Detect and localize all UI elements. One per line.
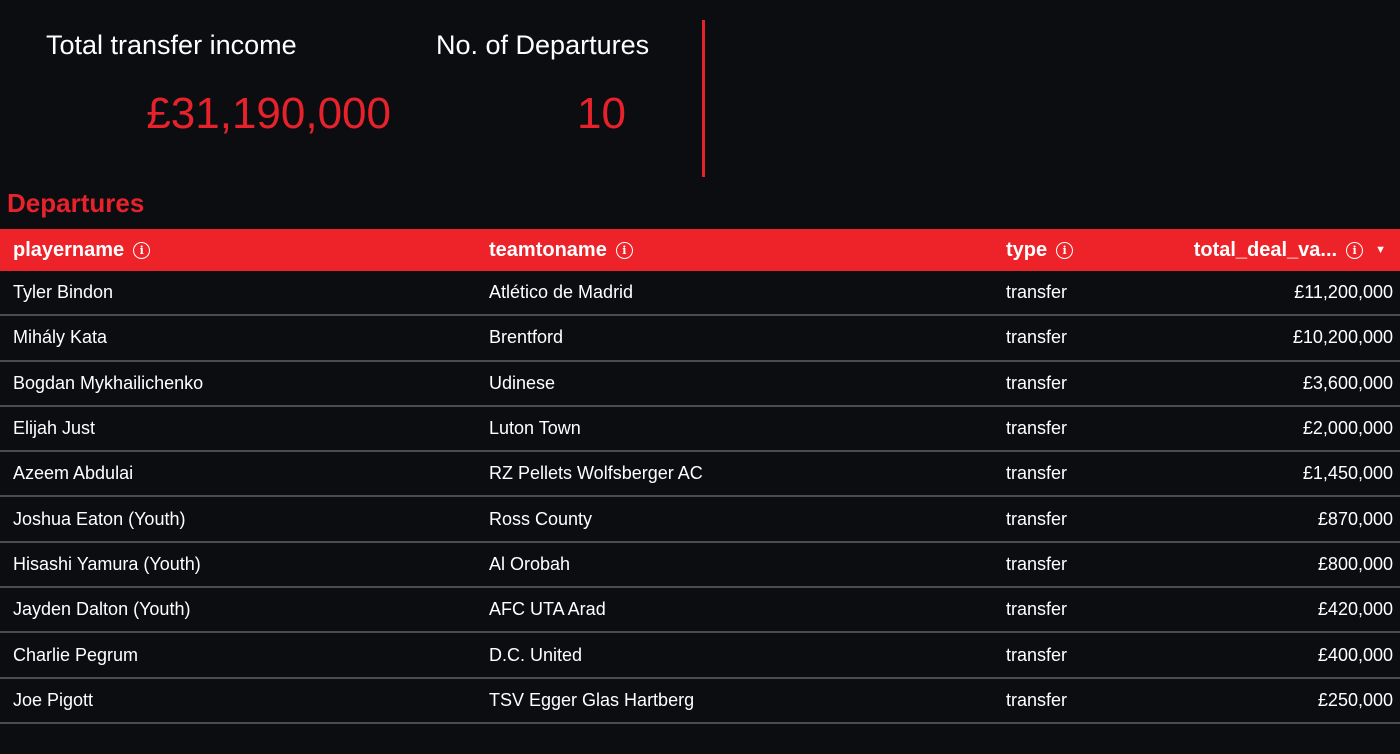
vertical-divider: [702, 20, 705, 177]
table-row[interactable]: Mihály Kata Brentford transfer £10,200,000: [0, 316, 1400, 362]
cell-type: transfer: [1006, 689, 1068, 710]
info-icon[interactable]: i: [1346, 241, 1364, 259]
departures-table: playername i teamtoname i type i total_d…: [0, 229, 1400, 724]
table-row[interactable]: Jayden Dalton (Youth) AFC UTA Arad transfe…: [0, 588, 1400, 634]
column-header-label: teamtoname: [489, 238, 607, 261]
column-header-label: playername: [13, 238, 125, 261]
table-header: playername i teamtoname i type i total_d…: [0, 229, 1400, 271]
cell-total-deal-value: £1,450,000: [1302, 463, 1393, 484]
cell-teamtoname: Brentford: [489, 327, 564, 348]
kpi-value: 10: [577, 89, 626, 138]
table-row[interactable]: Bogdan Mykhailichenko Udinese transfer £3,6…: [0, 362, 1400, 407]
cell-playername: Joshua Eaton (Youth): [13, 508, 186, 529]
kpi-label: No. of Departures: [436, 30, 650, 60]
table-row[interactable]: Charlie Pegrum D.C. United transfer £400,00…: [0, 633, 1400, 679]
cell-teamtoname: Atlético de Madrid: [489, 282, 634, 303]
cell-total-deal-value: £2,000,000: [1302, 418, 1393, 439]
cell-teamtoname: Udinese: [489, 372, 556, 393]
cell-total-deal-value: £11,200,000: [1294, 282, 1393, 303]
caret-down-icon[interactable]: ▼: [1375, 244, 1386, 256]
cell-playername: Hisashi Yamura (Youth): [13, 553, 201, 574]
cell-type: transfer: [1006, 418, 1068, 439]
table-row[interactable]: Hisashi Yamura (Youth) Al Orobah transfer £…: [0, 543, 1400, 589]
column-header-label: type: [1006, 238, 1048, 261]
column-header-label: total_deal_va...: [1193, 238, 1338, 261]
cell-teamtoname: TSV Egger Glas Hartberg: [489, 689, 695, 710]
cell-type: transfer: [1006, 599, 1068, 620]
kpi-number-of-departures: No. of Departures 10: [436, 30, 650, 139]
cell-playername: Bogdan Mykhailichenko: [13, 372, 204, 393]
table-body: Tyler Bindon Atlético de Madrid transfer £1…: [0, 271, 1400, 724]
info-icon[interactable]: i: [1056, 241, 1074, 259]
cell-playername: Tyler Bindon: [13, 282, 114, 303]
cell-total-deal-value: £400,000: [1317, 644, 1393, 665]
dashboard-page: Total transfer income £31,190,000 No. of…: [0, 0, 1400, 754]
table-row[interactable]: Azeem Abdulai RZ Pellets Wolfsberger AC tr…: [0, 452, 1400, 498]
column-header-teamtoname[interactable]: teamtoname i: [489, 229, 1006, 271]
cell-total-deal-value: £420,000: [1317, 599, 1393, 620]
section-title: Departures: [7, 188, 145, 218]
cell-playername: Joe Pigott: [13, 689, 94, 710]
cell-type: transfer: [1006, 372, 1068, 393]
column-header-total-deal-value[interactable]: total_deal_va... i ▼: [1156, 229, 1400, 271]
cell-playername: Jayden Dalton (Youth): [13, 599, 191, 620]
cell-type: transfer: [1006, 327, 1068, 348]
info-icon[interactable]: i: [615, 241, 633, 259]
cell-teamtoname: Luton Town: [489, 418, 581, 439]
kpi-label: Total transfer income: [46, 30, 297, 60]
cell-type: transfer: [1006, 282, 1068, 303]
table-row[interactable]: Joshua Eaton (Youth) Ross County transfer £…: [0, 497, 1400, 543]
column-header-playername[interactable]: playername i: [0, 229, 489, 271]
table-row[interactable]: Elijah Just Luton Town transfer £2,000,000: [0, 407, 1400, 453]
table-row[interactable]: Joe Pigott TSV Egger Glas Hartberg transfe…: [0, 679, 1400, 724]
kpi-total-transfer-income: Total transfer income £31,190,000: [46, 30, 391, 139]
column-header-type[interactable]: type i: [1006, 229, 1156, 271]
cell-total-deal-value: £10,200,000: [1292, 327, 1393, 348]
cell-total-deal-value: £800,000: [1317, 553, 1393, 574]
cell-total-deal-value: £870,000: [1317, 508, 1393, 529]
cell-playername: Mihály Kata: [13, 327, 108, 348]
table-row[interactable]: Tyler Bindon Atlético de Madrid transfer £1…: [0, 271, 1400, 317]
cell-teamtoname: Ross County: [489, 508, 593, 529]
cell-type: transfer: [1006, 553, 1068, 574]
cell-total-deal-value: £3,600,000: [1302, 372, 1393, 393]
cell-type: transfer: [1006, 508, 1068, 529]
cell-playername: Elijah Just: [13, 418, 96, 439]
cell-playername: Azeem Abdulai: [13, 463, 134, 484]
info-icon[interactable]: i: [133, 241, 151, 259]
cell-total-deal-value: £250,000: [1317, 689, 1393, 710]
cell-teamtoname: RZ Pellets Wolfsberger AC: [489, 463, 703, 484]
kpi-value: £31,190,000: [146, 89, 391, 138]
cell-teamtoname: Al Orobah: [489, 553, 571, 574]
cell-type: transfer: [1006, 463, 1068, 484]
cell-playername: Charlie Pegrum: [13, 644, 139, 665]
cell-teamtoname: AFC UTA Arad: [489, 599, 606, 620]
cell-teamtoname: D.C. United: [489, 644, 583, 665]
cell-type: transfer: [1006, 644, 1068, 665]
